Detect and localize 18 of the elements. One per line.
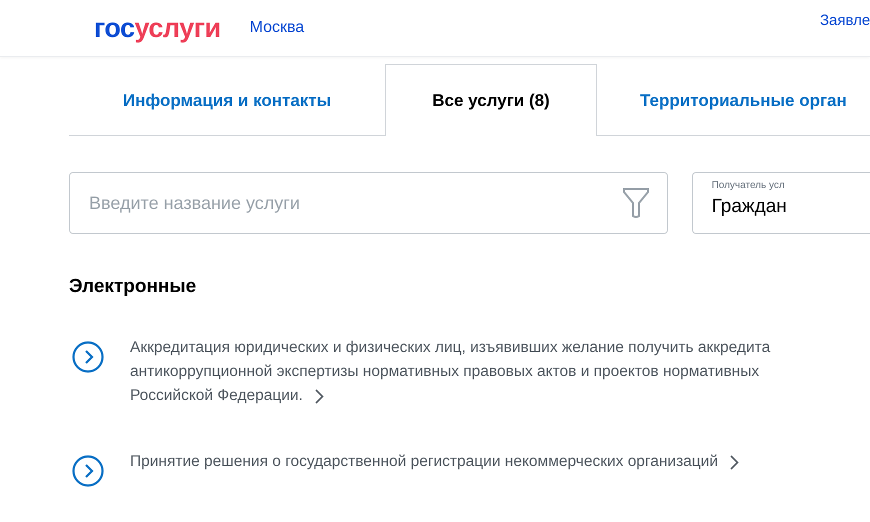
tab[interactable]: Территориальные орган	[597, 64, 870, 136]
service-link[interactable]: Аккредитация юридических и физических лиц, изъявивших желание получить аккредита	[130, 336, 770, 360]
chevron-icon	[314, 388, 324, 404]
search-field[interactable]: Введите название услуги	[69, 172, 668, 234]
service-link[interactable]: антикоррупционной экспертизы нормативных правовых актов и проектов нормативных	[130, 360, 760, 384]
city-link[interactable]: Москва	[250, 19, 304, 37]
filter-icon[interactable]	[622, 187, 650, 219]
chevron-circle-icon[interactable]	[72, 455, 104, 487]
recipient-dropdown[interactable]: Получатель усл Граждан	[692, 172, 870, 234]
logo[interactable]: госуслуги	[94, 12, 221, 44]
chevron-icon	[730, 454, 740, 470]
chevron-circle-icon[interactable]	[72, 341, 104, 373]
nav-link[interactable]: Заявле	[820, 12, 870, 29]
tab[interactable]: Все услуги (8)	[385, 64, 597, 136]
service-link[interactable]: Российской Федерации.	[130, 384, 303, 408]
tab[interactable]: Информация и контакты	[69, 64, 385, 136]
section-heading: Электронные	[69, 276, 198, 298]
service-link[interactable]: Принятие решения о государственной регистрации некоммерческих организаций	[130, 450, 718, 474]
